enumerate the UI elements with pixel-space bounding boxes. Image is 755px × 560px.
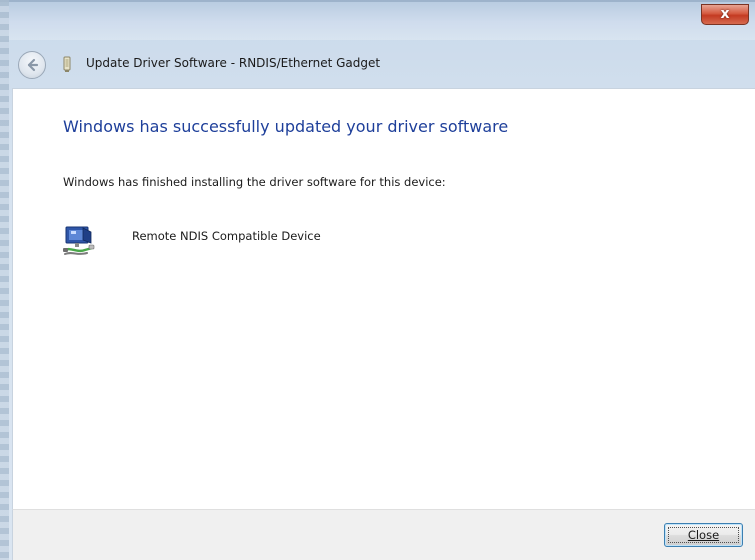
back-arrow-icon bbox=[27, 58, 39, 72]
close-icon: x bbox=[720, 6, 730, 22]
window-title: Update Driver Software - RNDIS/Ethernet … bbox=[86, 56, 381, 70]
window-close-button[interactable]: x bbox=[701, 4, 749, 25]
network-adapter-icon bbox=[63, 226, 95, 255]
wizard-header: Update Driver Software - RNDIS/Ethernet … bbox=[0, 40, 755, 88]
close-button-label: Close bbox=[687, 527, 720, 542]
page-heading: Windows has successfully updated your dr… bbox=[63, 117, 509, 136]
close-button[interactable]: Close bbox=[664, 523, 743, 547]
dialog-footer: Close bbox=[12, 509, 755, 560]
content-panel: Windows has successfully updated your dr… bbox=[12, 88, 755, 509]
info-text: Windows has finished installing the driv… bbox=[63, 175, 446, 189]
title-bar bbox=[0, 0, 755, 40]
title-bar-edge bbox=[0, 0, 755, 2]
dialog-window: x Update Driver Software - RNDIS/Etherne… bbox=[0, 0, 755, 560]
device-icon bbox=[63, 56, 71, 72]
device-name: Remote NDIS Compatible Device bbox=[132, 229, 321, 243]
back-button[interactable] bbox=[18, 51, 46, 79]
